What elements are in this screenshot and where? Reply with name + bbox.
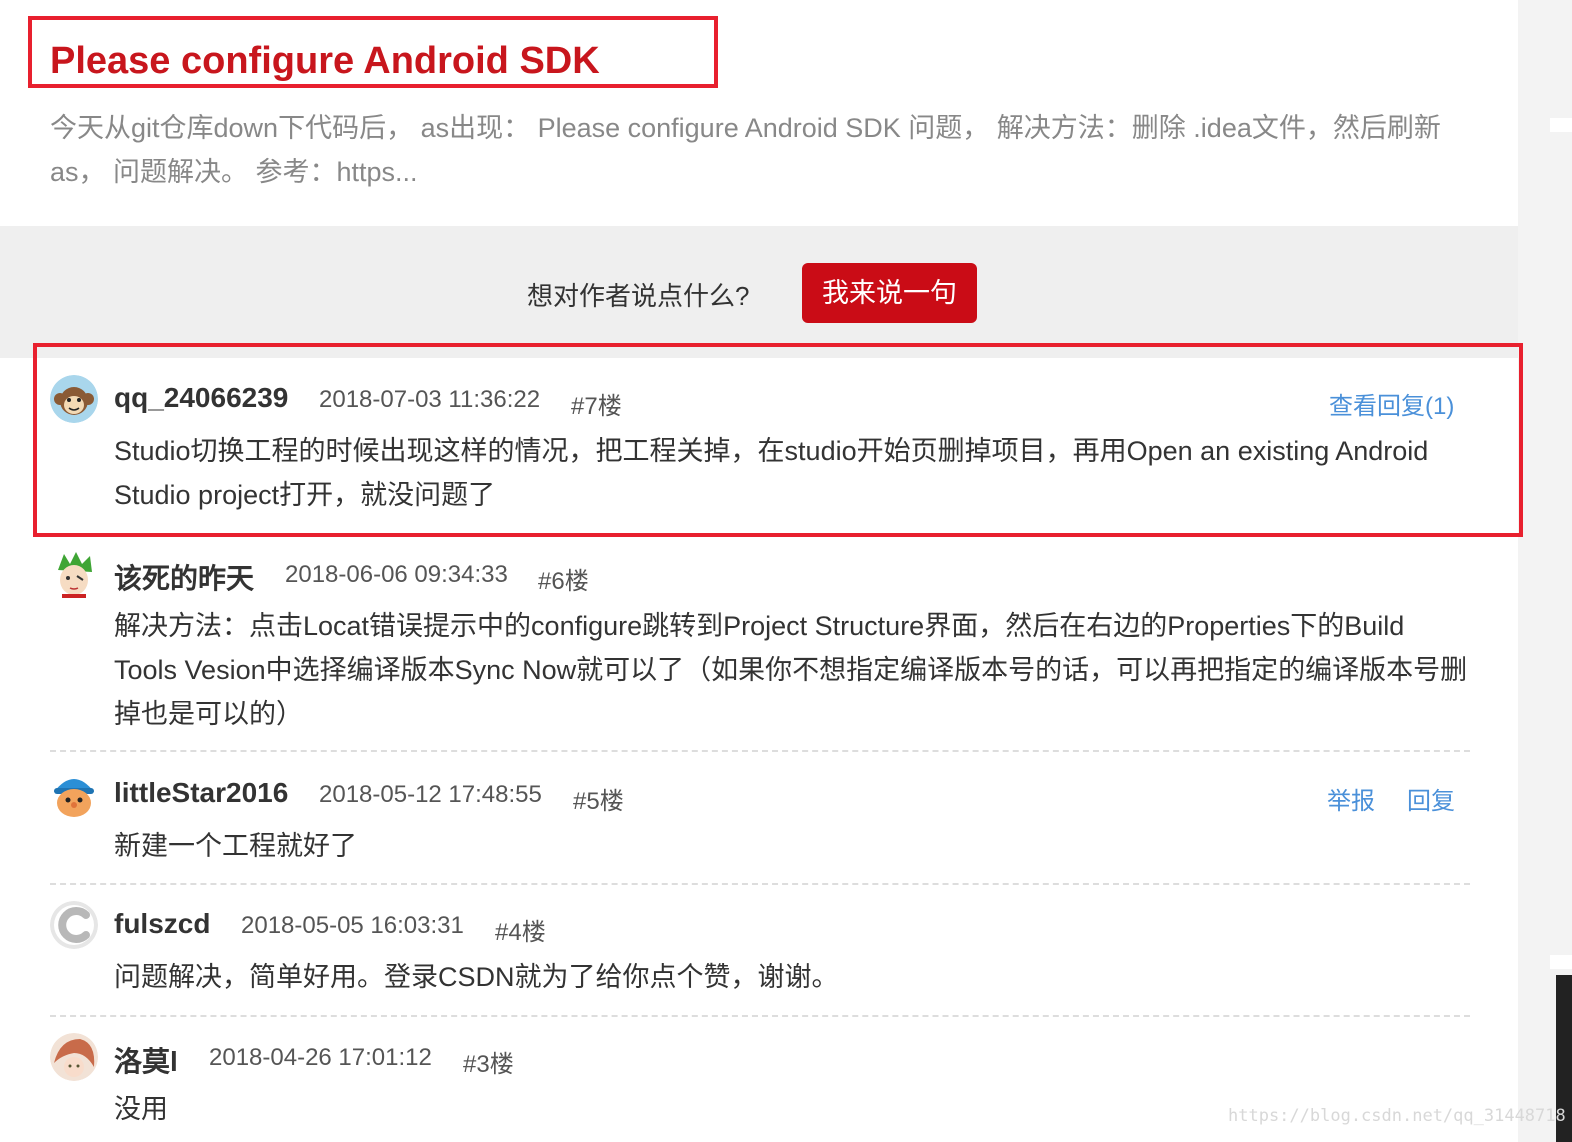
comment-username[interactable]: 该死的昨天 — [114, 557, 254, 597]
view-replies-link[interactable]: 查看回复(1) — [1329, 386, 1454, 421]
monkey-avatar-icon[interactable] — [50, 375, 98, 423]
comment-username[interactable]: 洛莫l — [114, 1040, 178, 1080]
watermark-text: https://blog.csdn.net/qq_31448718 — [1228, 1106, 1566, 1126]
comment-text: 解决方法：点击Locat错误提示中的configure跳转到Project St… — [114, 611, 1468, 729]
report-link[interactable]: 举报 — [1327, 781, 1375, 816]
comment-text: 问题解决，简单好用。登录CSDN就为了给你点个赞，谢谢。 — [114, 962, 839, 992]
comment-time: 2018-07-03 11:36:22 — [319, 386, 541, 413]
cartoon-boy-avatar-icon[interactable] — [50, 770, 98, 818]
comment-time: 2018-06-06 09:34:33 — [285, 561, 508, 588]
comment-text: 新建一个工程就好了 — [114, 831, 357, 861]
comment-divider — [50, 883, 1470, 885]
gutter-notch — [1550, 955, 1572, 969]
comment-prompt-text: 想对作者说点什么? — [527, 281, 750, 311]
right-page-gutter — [1518, 0, 1572, 1142]
comment-floor: #5楼 — [573, 788, 624, 815]
reply-link[interactable]: 回复 — [1407, 781, 1455, 816]
comment-floor: #3楼 — [463, 1051, 514, 1078]
article-title[interactable]: Please configure Android SDK — [50, 40, 600, 83]
comment-floor: #4楼 — [495, 919, 546, 946]
comment-text: Studio切换工程的时候出现这样的情况，把工程关掉，在studio开始页删掉项… — [114, 436, 1429, 510]
photo-avatar-icon[interactable] — [50, 1033, 98, 1081]
comment-prompt-bar: 想对作者说点什么? 我来说一句 — [0, 226, 1518, 358]
write-comment-button[interactable]: 我来说一句 — [802, 263, 977, 323]
comment-divider — [50, 1015, 1470, 1017]
gutter-notch — [1550, 118, 1572, 132]
article-card: Please configure Android SDK 今天从git仓库dow… — [0, 0, 1518, 226]
comment-username[interactable]: fulszcd — [114, 908, 210, 940]
anime-character-avatar-icon[interactable] — [50, 550, 98, 598]
comment-time: 2018-05-12 17:48:55 — [319, 781, 542, 808]
article-summary: 今天从git仓库down下代码后， as出现： Please configure… — [50, 113, 1441, 187]
comment-time: 2018-05-05 16:03:31 — [241, 912, 464, 939]
comment-divider — [50, 750, 1470, 752]
comment-floor: #6楼 — [538, 568, 589, 595]
comment-floor: #7楼 — [571, 393, 622, 420]
comment-time: 2018-04-26 17:01:12 — [209, 1044, 432, 1071]
csdn-logo-avatar-icon[interactable] — [50, 901, 98, 949]
comment-username[interactable]: qq_24066239 — [114, 382, 288, 414]
comment-username[interactable]: littleStar2016 — [114, 777, 288, 809]
